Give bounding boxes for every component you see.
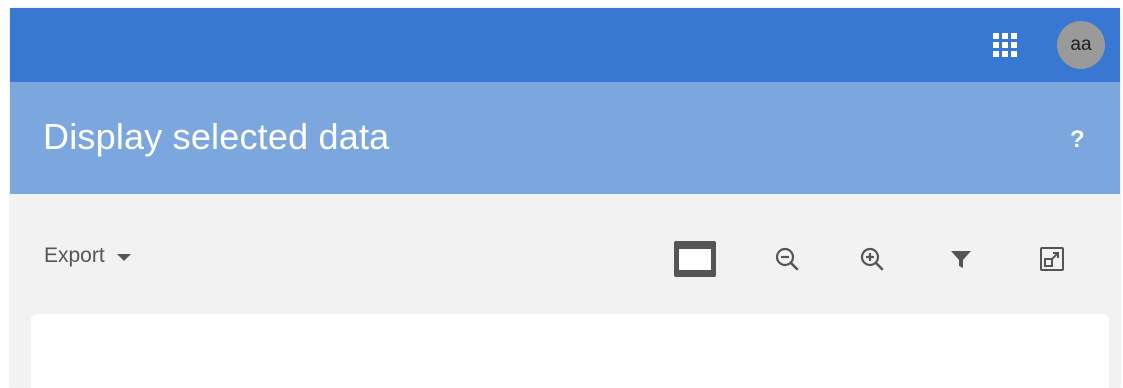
expand-icon: [1040, 247, 1064, 271]
app-frame: aa Display selected data ? Export: [10, 8, 1120, 388]
chevron-down-icon: [116, 253, 131, 261]
filter-icon: [951, 251, 971, 268]
apps-grid-icon: [993, 33, 1017, 57]
title-bar: Display selected data ?: [10, 82, 1120, 194]
toolbar: Export: [10, 194, 1120, 314]
zoom-out-icon: [775, 247, 799, 271]
help-button[interactable]: ?: [1070, 126, 1085, 154]
page-title: Display selected data: [43, 116, 390, 157]
avatar[interactable]: aa: [1057, 21, 1105, 69]
monitor-icon: [674, 241, 716, 277]
content-panel: [31, 314, 1109, 388]
display-mode-button[interactable]: [673, 237, 717, 281]
export-label: Export: [44, 244, 105, 267]
zoom-in-icon: [860, 247, 884, 271]
export-dropdown[interactable]: Export: [44, 244, 131, 268]
filter-button[interactable]: [939, 237, 983, 281]
zoom-out-button[interactable]: [765, 237, 809, 281]
zoom-in-button[interactable]: [850, 237, 894, 281]
apps-button[interactable]: [990, 30, 1020, 60]
expand-button[interactable]: [1030, 237, 1074, 281]
top-bar: aa: [10, 8, 1120, 82]
